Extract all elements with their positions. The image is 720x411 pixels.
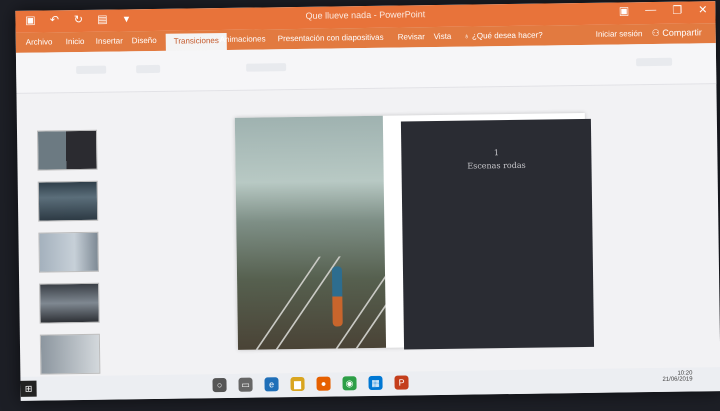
tell-me-label: ¿Qué desea hacer?	[471, 30, 543, 41]
clock-date: 21/06/2019	[662, 376, 693, 383]
system-clock[interactable]: 10:20 21/06/2019	[662, 370, 692, 382]
tell-me-box[interactable]: ♁ ¿Qué desea hacer?	[464, 31, 543, 41]
tab-archivo[interactable]: Archivo	[26, 37, 53, 46]
windows-start-icon[interactable]: ⊞	[20, 380, 37, 397]
tab-presentacion[interactable]: Presentación con diapositivas	[278, 33, 384, 43]
tab-inicio[interactable]: Inicio	[66, 37, 85, 46]
share-button[interactable]: ⚇ Compartir	[652, 27, 702, 39]
slide-thumbnail-pane	[36, 117, 117, 375]
close-icon[interactable]: ✕	[698, 3, 707, 16]
share-label: Compartir	[662, 27, 702, 38]
cortana-icon[interactable]: ○	[212, 377, 227, 393]
app-window: ▣ ↶ ↻ ▤ ▾ Que llueve nada - PowerPoint ▣…	[15, 1, 720, 401]
slide-thumbnail[interactable]	[39, 333, 101, 375]
maximize-icon[interactable]: ❐	[672, 4, 682, 17]
slide-thumbnail[interactable]	[38, 231, 99, 273]
tab-revisar[interactable]: Revisar	[398, 32, 425, 41]
sign-in-link[interactable]: Iniciar sesión	[596, 29, 643, 39]
taskbar-icons: ○ ▭ e ▆ ● ◉ ▦ P	[212, 375, 409, 393]
ribbon-command[interactable]	[76, 65, 107, 75]
minimize-icon[interactable]: —	[645, 4, 656, 17]
ribbon-command[interactable]	[636, 57, 673, 67]
powerpoint-icon[interactable]: P	[394, 375, 409, 390]
chrome-icon[interactable]: ◉	[342, 376, 357, 391]
store-icon[interactable]: ▦	[368, 375, 383, 391]
slide-number-text: 1	[493, 148, 499, 158]
ribbon-panel	[15, 43, 717, 94]
window-controls: ▣ — ❐ ✕	[619, 3, 708, 18]
ribbon-command[interactable]	[246, 63, 287, 72]
slide-canvas[interactable]: 1 Escenas rodas	[234, 112, 595, 350]
slide-thumbnail[interactable]	[37, 180, 99, 222]
ribbon-command[interactable]	[136, 64, 161, 74]
task-view-icon[interactable]: ▭	[238, 377, 253, 392]
file-explorer-icon[interactable]: ▆	[290, 376, 305, 392]
text-panel[interactable]: 1 Escenas rodas	[400, 118, 595, 350]
tab-insertar[interactable]: Insertar	[96, 36, 123, 45]
document-title: Que llueve nada - PowerPoint	[305, 9, 426, 21]
ribbon-display-icon[interactable]: ▣	[619, 4, 630, 17]
lightbulb-icon: ♁	[463, 31, 470, 41]
rail-tracks	[235, 254, 387, 350]
slide-heading: Escenas rodas	[467, 160, 526, 171]
tab-animaciones[interactable]: Animaciones	[220, 34, 266, 44]
slide-thumbnail[interactable]	[39, 282, 100, 324]
slide-thumbnail[interactable]	[36, 129, 98, 171]
edge-icon[interactable]: e	[264, 377, 279, 392]
person-figure	[331, 266, 343, 327]
tab-diseno[interactable]: Diseño	[132, 36, 157, 45]
person-icon: ⚇	[651, 27, 660, 39]
taskbar: ⊞ ○ ▭ e ▆ ● ◉ ▦ P 10:20 21/06/2019	[20, 367, 720, 401]
tab-vista[interactable]: Vista	[434, 32, 452, 41]
firefox-icon[interactable]: ●	[316, 376, 331, 391]
railway-photo[interactable]	[234, 115, 387, 350]
tab-transiciones[interactable]: Transiciones	[165, 32, 227, 52]
